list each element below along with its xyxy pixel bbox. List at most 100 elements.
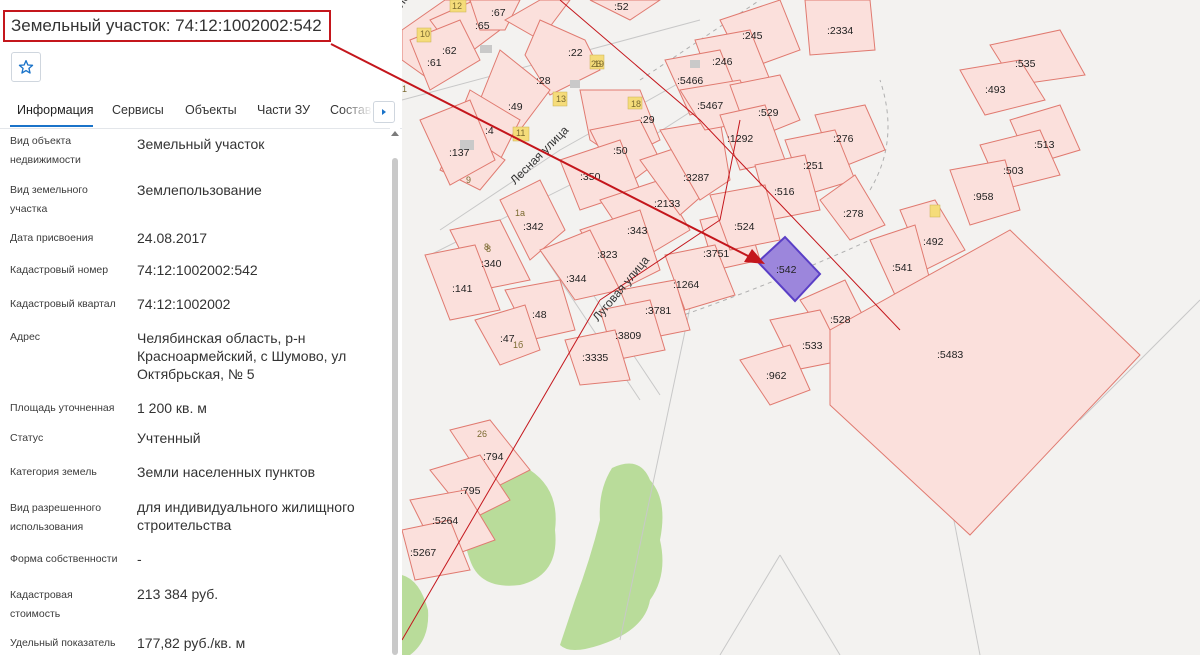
selected-parcel-label: :542 (776, 264, 797, 276)
parcel-label: :524 (734, 221, 755, 233)
parcel-label: :278 (843, 208, 864, 220)
favorite-button[interactable] (11, 52, 41, 82)
tab-objects[interactable]: Объекты (185, 103, 237, 117)
parcel-label: :794 (483, 451, 504, 463)
parcel-label: :28 (536, 75, 551, 87)
tabs-scroll-right-button[interactable] (373, 101, 395, 123)
parcel-label: :3809 (615, 330, 641, 342)
property-value: 24.08.2017 (137, 230, 208, 246)
parcel-label: :245 (742, 30, 763, 42)
parcel-label: :528 (830, 314, 851, 326)
parcel-label: :823 (597, 249, 618, 261)
parcel-label: :246 (712, 56, 733, 68)
parcel-label: :2133 (654, 198, 680, 210)
parcel-label: :52 (614, 1, 629, 13)
parcel-label: :3335 (582, 352, 608, 364)
property-value: - (137, 551, 142, 567)
parcel-label: :5483 (937, 349, 963, 361)
parcel-label: :67 (491, 7, 506, 19)
parcel-label: :1292 (727, 133, 753, 145)
property-label: Удельный показатель (10, 637, 116, 649)
parcel-label: :492 (923, 236, 944, 248)
chevron-right-icon (382, 109, 386, 115)
property-label: Дата присвоения (10, 232, 94, 244)
parcel-label: :22 (568, 47, 583, 59)
parcel-label: :2334 (827, 25, 853, 37)
parcel-label: :3751 (703, 248, 729, 260)
parcel-label: :535 (1015, 58, 1036, 70)
page-title: Земельный участок: 74:12:1002002:542 (3, 10, 331, 42)
property-label: Кадастровая стоимость (10, 589, 73, 620)
scroll-up-arrow-icon[interactable] (391, 131, 399, 136)
building-number: 9 (466, 175, 471, 185)
scrollbar-thumb[interactable] (392, 158, 398, 655)
building-number: 10 (420, 29, 430, 39)
parcel-label: :137 (449, 147, 470, 159)
parcel-label: :62 (442, 45, 457, 57)
tab-parts[interactable]: Части ЗУ (257, 103, 310, 117)
parcel-label: :29 (640, 114, 655, 126)
property-value: 1 200 кв. м (137, 400, 207, 416)
building-number: 19 (594, 59, 604, 69)
tab-info[interactable]: Информация (17, 103, 94, 117)
parcel-label: :795 (460, 485, 481, 497)
tab-services[interactable]: Сервисы (112, 103, 164, 117)
parcel-label: :50 (613, 145, 628, 157)
building-number: 18 (631, 99, 641, 109)
parcel-label: :251 (803, 160, 824, 172)
parcel-label: :493 (985, 84, 1006, 96)
star-icon (18, 60, 34, 74)
parcel-label: :513 (1034, 139, 1055, 151)
property-label: Форма собственности (10, 553, 118, 565)
property-label: Кадастровый квартал (10, 298, 116, 310)
parcel-label: :541 (892, 262, 913, 274)
parcel-label: :342 (523, 221, 544, 233)
parcel-label: :5267 (410, 547, 436, 559)
building-number: 1а (515, 208, 525, 218)
building-number: 13 (556, 94, 566, 104)
building-number: 1б (513, 340, 523, 350)
property-value: 74:12:1002002 (137, 296, 231, 312)
property-value: Земельный участок (137, 136, 265, 152)
parcel-label: :3287 (683, 172, 709, 184)
parcel-label: :3781 (645, 305, 671, 317)
property-value: Учтенный (137, 430, 201, 446)
building-number: 11 (516, 128, 525, 138)
property-label: Адрес (10, 331, 41, 343)
parcel-label: :49 (508, 101, 523, 113)
property-value: 213 384 руб. (137, 586, 219, 602)
info-panel: Земельный участок: 74:12:1002002:542 Инф… (0, 0, 402, 655)
parcel-label: :350 (580, 171, 601, 183)
parcel-label: :4 (485, 125, 494, 137)
property-value: Землепользование (137, 182, 262, 198)
parcel-label: :343 (627, 225, 648, 237)
parcel-label: :1264 (673, 279, 699, 291)
parcel-label: :516 (774, 186, 795, 198)
parcel-label: :340 (481, 258, 502, 270)
parcel-label: :962 (766, 370, 787, 382)
parcel-label: :344 (566, 273, 587, 285)
building-number: 1 (402, 84, 407, 94)
parcel-label: :48 (532, 309, 547, 321)
property-label: Площадь уточненная (10, 402, 115, 414)
parcel-label: :5466 (677, 75, 703, 87)
parcel-label: :5264 (432, 515, 458, 527)
parcel-label: :503 (1003, 165, 1024, 177)
building-number: 8 (486, 244, 491, 254)
property-value: 74:12:1002002:542 (137, 262, 258, 278)
parcel-label: :141 (452, 283, 473, 295)
property-value: для индивидуального жилищного строительс… (137, 499, 355, 533)
tab-fade (340, 98, 373, 126)
parcel-label: :5467 (697, 100, 723, 112)
property-label: Вид объекта недвижимости (10, 135, 81, 166)
parcel-label: :65 (475, 20, 490, 32)
property-value: 177,82 руб./кв. м (137, 635, 246, 651)
parcel-label: :276 (833, 133, 854, 145)
parcel-label: :529 (758, 107, 779, 119)
property-label: Статус (10, 432, 44, 444)
parcel-label: :533 (802, 340, 823, 352)
property-label: Вид разрешенного использования (10, 502, 102, 533)
page-title-text: Земельный участок: 74:12:1002002:542 (11, 16, 322, 35)
property-label: Категория земель (10, 466, 97, 478)
building-number: 12 (452, 1, 462, 11)
